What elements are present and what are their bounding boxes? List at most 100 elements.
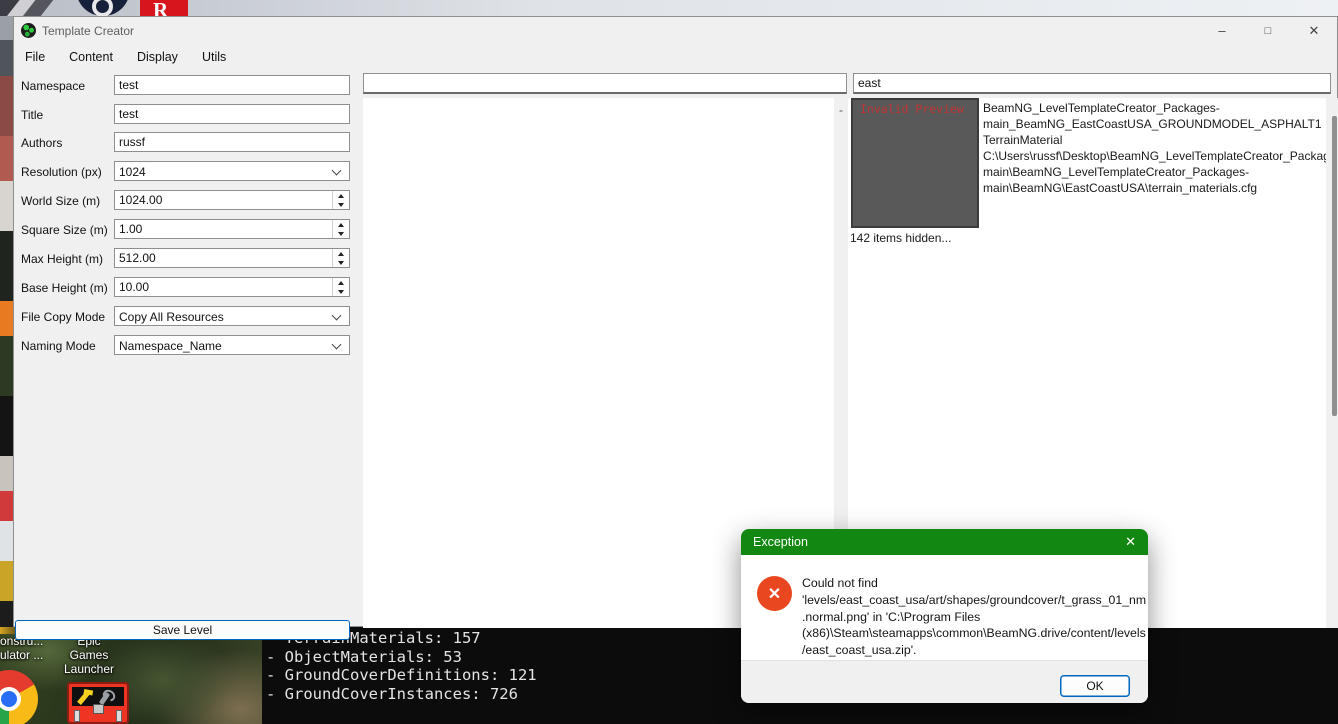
dialog-message-line: .normal.png' in 'C:\Program Files [802, 609, 981, 624]
form-row: World Size (m) [14, 190, 359, 211]
form-row: Namespace [14, 75, 359, 96]
maximize-button[interactable]: □ [1245, 17, 1291, 44]
material-description: BeamNG_LevelTemplateCreator_Packages- ma… [983, 100, 1338, 196]
naming-mode-value: Namespace_Name [119, 339, 222, 353]
menu-bar: File Content Display Utils [14, 44, 1337, 70]
level-settings-panel: Namespace Title Authors Resolution (px) … [14, 70, 359, 640]
item-collapse-marker: - [839, 103, 843, 117]
resolution-label: Resolution (px) [21, 165, 102, 179]
spinner-down-icon[interactable] [333, 287, 349, 296]
toolbox-latch [74, 710, 80, 722]
menu-utils[interactable]: Utils [202, 50, 226, 64]
ok-button[interactable]: OK [1060, 675, 1130, 697]
max-height-label: Max Height (m) [21, 252, 104, 266]
form-row: Resolution (px) 1024 [14, 161, 359, 182]
world-size-input[interactable] [114, 190, 350, 210]
scrollbar-thumb[interactable] [1332, 116, 1337, 416]
window-title: Template Creator [42, 24, 135, 38]
naming-mode-select[interactable]: Namespace_Name [114, 335, 350, 355]
material-description-line: main\BeamNG\EastCoastUSA\terrain_materia… [983, 181, 1258, 195]
chevron-down-icon [331, 339, 342, 350]
toolbox-latch [116, 710, 122, 722]
max-height-input[interactable] [114, 248, 350, 268]
naming-mode-label: Naming Mode [21, 339, 96, 353]
file-copy-mode-value: Copy All Resources [119, 310, 224, 324]
resolution-select[interactable]: 1024 [114, 161, 350, 181]
base-height-input[interactable] [114, 277, 350, 297]
authors-label: Authors [21, 136, 63, 150]
material-preview-thumbnail: Invalid Preview [851, 98, 979, 228]
dialog-footer: OK [741, 660, 1148, 703]
material-description-line: main\BeamNG_LevelTemplateCreator_Package… [983, 165, 1250, 179]
dialog-title: Exception [753, 535, 808, 549]
material-description-line: TerrainMaterial [983, 133, 1063, 147]
square-size-label: Square Size (m) [21, 223, 108, 237]
window-controls: – □ ✕ [1199, 17, 1337, 44]
form-row: File Copy Mode Copy All Resources [14, 306, 359, 327]
material-description-line: main_BeamNG_EastCoastUSA_GROUNDMODEL_ASP… [983, 117, 1322, 131]
desktop-left-fragments [0, 16, 13, 627]
dialog-message-line: Could not find [802, 576, 878, 590]
spinner-up-icon[interactable] [333, 278, 349, 287]
exception-dialog: Exception ✕ ✕ Could not find 'levels/eas… [741, 529, 1148, 703]
form-row: Square Size (m) [14, 219, 359, 240]
console-output: - TerrainMaterials: 157 - ObjectMaterial… [266, 629, 537, 704]
dialog-message-line: /east_coast_usa.zip'. [802, 643, 917, 658]
desktop-top-strip: R [0, 0, 1338, 16]
error-icon-x: ✕ [767, 585, 782, 603]
spinner-up-icon[interactable] [333, 191, 349, 200]
file-copy-mode-select[interactable]: Copy All Resources [114, 306, 350, 326]
desktop-icon-label-line: ulator ... [0, 648, 44, 662]
menu-file[interactable]: File [25, 50, 45, 64]
dialog-title-bar[interactable]: Exception ✕ [741, 529, 1148, 555]
toolbox-icon[interactable] [67, 682, 129, 724]
form-row: Title [14, 104, 359, 125]
form-row: Base Height (m) [14, 277, 359, 298]
base-height-stepper [332, 278, 349, 296]
desktop-icon-label-line: Launcher [63, 662, 115, 676]
menu-display[interactable]: Display [137, 50, 178, 64]
world-size-stepper [332, 191, 349, 209]
spinner-down-icon[interactable] [333, 258, 349, 267]
namespace-input[interactable] [114, 75, 350, 95]
close-button[interactable]: ✕ [1291, 17, 1337, 44]
title-bar[interactable]: Template Creator – □ ✕ [14, 17, 1337, 44]
form-row: Authors [14, 132, 359, 153]
scrollbar-track[interactable] [1326, 98, 1338, 628]
r-app-letter: R [153, 0, 169, 16]
list-item[interactable]: Invalid Preview BeamNG_LevelTemplateCrea… [848, 98, 1338, 230]
namespace-label: Namespace [21, 79, 86, 93]
minimize-button[interactable]: – [1199, 17, 1245, 44]
spinner-up-icon[interactable] [333, 220, 349, 229]
square-size-input[interactable] [114, 219, 350, 239]
title-label: Title [21, 108, 44, 122]
spinner-down-icon[interactable] [333, 229, 349, 238]
middle-filter-input[interactable] [363, 73, 847, 94]
menu-content[interactable]: Content [69, 50, 113, 64]
steam-icon[interactable] [76, 0, 130, 16]
materials-filter-input[interactable] [853, 73, 1331, 94]
r-app-icon[interactable]: R [140, 0, 188, 16]
chevron-down-icon [331, 165, 342, 176]
invalid-preview-label: Invalid Preview [860, 102, 964, 116]
title-input[interactable] [114, 104, 350, 124]
spinner-up-icon[interactable] [333, 249, 349, 258]
dialog-body: ✕ Could not find 'levels/east_coast_usa/… [741, 555, 1148, 660]
max-height-stepper [332, 249, 349, 267]
screen: R onstru... ulator ... Epic Games Launch… [0, 0, 1338, 724]
hidden-items-note: 142 items hidden... [850, 231, 952, 245]
dialog-message-line: 'levels/east_coast_usa/art/shapes/ground… [802, 592, 1147, 607]
dialog-message: Could not find 'levels/east_coast_usa/ar… [802, 575, 1146, 659]
console-line: - GroundCoverDefinitions: 121 [266, 666, 537, 685]
save-level-button[interactable]: Save Level [15, 620, 350, 640]
dialog-message-line: (x86)\Steam\steamapps\common\BeamNG.driv… [802, 626, 1146, 641]
desktop-icon-label: Epic Games Launcher [57, 634, 121, 676]
material-description-line: C:\Users\russf\Desktop\BeamNG_LevelTempl… [983, 149, 1338, 163]
dialog-close-icon[interactable]: ✕ [1125, 534, 1136, 550]
file-copy-mode-label: File Copy Mode [21, 310, 106, 324]
spinner-down-icon[interactable] [333, 200, 349, 209]
toolbox-clasp [93, 704, 104, 714]
authors-input[interactable] [114, 132, 350, 152]
chevron-down-icon [331, 310, 342, 321]
console-line: - GroundCoverInstances: 726 [266, 685, 518, 704]
